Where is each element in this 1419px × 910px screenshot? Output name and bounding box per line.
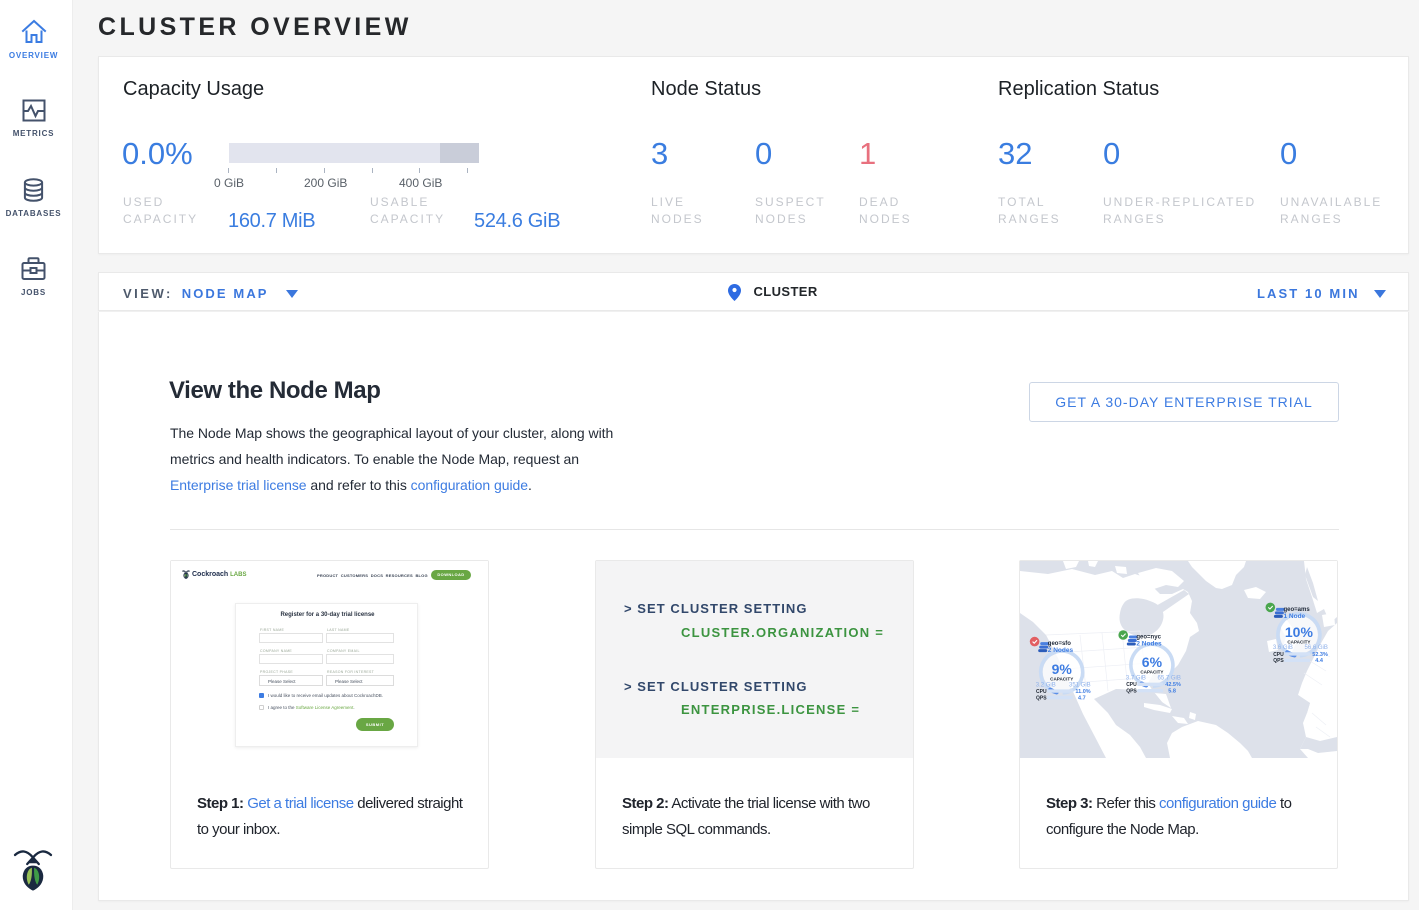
svg-text:QPS: QPS bbox=[1126, 689, 1137, 695]
svg-text:2 Nodes: 2 Nodes bbox=[1048, 647, 1074, 654]
svg-text:geo=sfo: geo=sfo bbox=[1048, 641, 1072, 647]
svg-text:1 Node: 1 Node bbox=[1284, 613, 1306, 620]
svg-text:11.0%: 11.0% bbox=[1075, 689, 1090, 695]
svg-text:4.7: 4.7 bbox=[1078, 695, 1086, 701]
svg-text:CAPACITY: CAPACITY bbox=[1287, 639, 1310, 644]
svg-text:42.5%: 42.5% bbox=[1165, 682, 1181, 688]
svg-text:52.3%: 52.3% bbox=[1312, 652, 1328, 658]
svg-text:CAPACITY: CAPACITY bbox=[1140, 670, 1163, 675]
svg-text:5.8: 5.8 bbox=[1168, 689, 1176, 695]
svg-text:geo=nyc: geo=nyc bbox=[1136, 634, 1161, 640]
svg-text:CAPACITY: CAPACITY bbox=[1050, 677, 1073, 682]
svg-text:351 GiB: 351 GiB bbox=[1069, 682, 1091, 688]
svg-text:3.2 GiB: 3.2 GiB bbox=[1036, 682, 1056, 688]
svg-text:QPS: QPS bbox=[1273, 658, 1284, 664]
svg-text:QPS: QPS bbox=[1036, 695, 1047, 701]
svg-text:CPU: CPU bbox=[1126, 682, 1137, 688]
svg-text:3.6 GiB: 3.6 GiB bbox=[1273, 645, 1293, 651]
svg-text:geo=ams: geo=ams bbox=[1284, 607, 1311, 613]
svg-text:9%: 9% bbox=[1052, 661, 1073, 677]
svg-text:CPU: CPU bbox=[1273, 652, 1284, 658]
svg-text:3.7 GiB: 3.7 GiB bbox=[1126, 676, 1146, 682]
svg-text:10%: 10% bbox=[1285, 624, 1314, 640]
svg-text:65.7 GiB: 65.7 GiB bbox=[1158, 676, 1181, 682]
svg-text:6%: 6% bbox=[1142, 654, 1163, 670]
svg-text:4.4: 4.4 bbox=[1315, 658, 1324, 664]
svg-text:2 Nodes: 2 Nodes bbox=[1136, 641, 1162, 648]
svg-text:56.6 GiB: 56.6 GiB bbox=[1305, 645, 1328, 651]
svg-text:CPU: CPU bbox=[1036, 689, 1047, 695]
